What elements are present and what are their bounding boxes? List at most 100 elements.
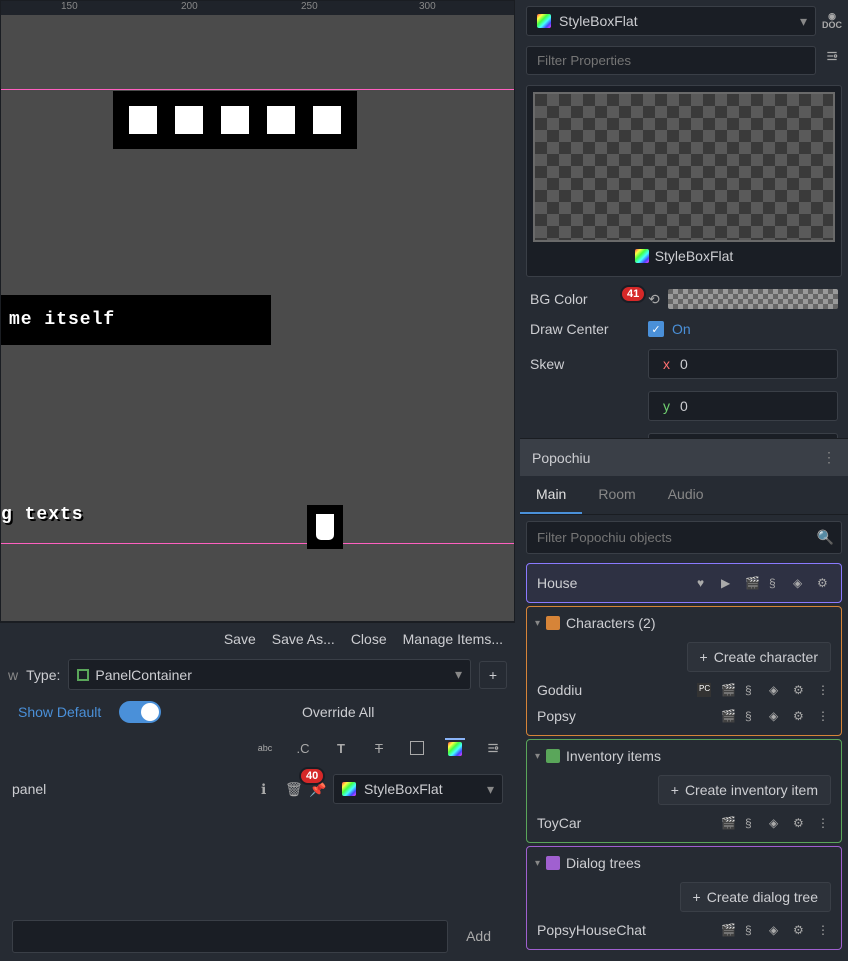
resource-name: StyleBoxFlat <box>559 13 638 29</box>
rainbow-icon <box>448 742 462 756</box>
popochiu-tabs: Main Room Audio <box>520 476 848 515</box>
type-dropdown[interactable]: PanelContainer ▾ <box>68 659 471 690</box>
kebab-icon[interactable]: ⋮ <box>822 449 836 466</box>
tab-audio[interactable]: Audio <box>652 476 720 514</box>
script-icon[interactable]: § <box>745 923 759 937</box>
kebab-icon[interactable]: ⋮ <box>817 683 831 697</box>
kebab-icon[interactable]: ⋮ <box>817 709 831 723</box>
ruler-tick: 200 <box>181 1 198 12</box>
checker-preview <box>533 92 835 242</box>
show-default-button[interactable]: Show Default <box>8 698 111 726</box>
resource-icon[interactable]: ◈ <box>769 923 783 937</box>
pin-icon[interactable]: 📌 40 <box>309 781 325 797</box>
skew-row: Skew x0 <box>520 343 848 385</box>
section-characters: ▾ Characters (2) +Create character Goddi… <box>526 606 842 736</box>
add-type-button[interactable]: + <box>479 661 507 689</box>
theme-item-row: panel ℹ 🗑 📌 40 StyleBoxFlat <box>0 766 515 812</box>
scene-icon[interactable]: 🎬 <box>745 576 759 590</box>
skew-y-row: y0 <box>520 385 848 427</box>
collapse-icon[interactable]: ▾ <box>535 751 540 762</box>
filter-settings-icon[interactable] <box>822 46 842 66</box>
game-toolbar <box>113 91 357 149</box>
bg-color-picker[interactable] <box>668 289 838 309</box>
dialog-header: Dialog trees <box>566 855 641 871</box>
game-label: g texts <box>1 505 84 525</box>
save-as-button[interactable]: Save As... <box>272 631 335 647</box>
manage-items-button[interactable]: Manage Items... <box>403 631 503 647</box>
resource-icon[interactable]: ◈ <box>793 576 807 590</box>
rename-icon[interactable]: ℹ <box>261 781 277 797</box>
script-icon[interactable]: § <box>745 709 759 723</box>
tab-room[interactable]: Room <box>582 476 651 514</box>
kebab-icon[interactable]: ⋮ <box>817 816 831 830</box>
reset-icon[interactable]: ⟲ <box>648 291 660 308</box>
script-icon[interactable]: § <box>745 816 759 830</box>
font-tab[interactable]: T <box>331 738 351 758</box>
item-name: panel <box>12 781 253 797</box>
tab-main[interactable]: Main <box>520 476 582 514</box>
collapse-icon[interactable]: ▾ <box>535 858 540 869</box>
mouse-icon <box>313 511 337 543</box>
heart-icon[interactable]: ♥ <box>697 576 711 590</box>
game-text: me itself <box>9 310 115 330</box>
house-label[interactable]: House <box>537 575 691 591</box>
rainbow-icon <box>342 782 356 796</box>
draw-center-checkbox[interactable]: ✓ <box>648 321 664 337</box>
filter-objects-input[interactable] <box>526 521 842 554</box>
ruler-horizontal: 150 200 250 300 350 <box>1 1 514 15</box>
stylebox-tab[interactable] <box>445 738 465 758</box>
create-dialog-button[interactable]: +Create dialog tree <box>680 882 831 912</box>
constant-tab[interactable]: .C <box>293 738 313 758</box>
section-inventory: ▾ Inventory items +Create inventory item… <box>526 739 842 843</box>
create-character-button[interactable]: +Create character <box>687 642 831 672</box>
resource-dropdown[interactable]: StyleBoxFlat <box>526 6 816 36</box>
collapse-icon[interactable]: ▾ <box>535 618 540 629</box>
close-button[interactable]: Close <box>351 631 387 647</box>
data-type-tabs: abc .C T T <box>0 730 515 766</box>
gear-icon[interactable]: ⚙ <box>817 576 831 590</box>
scene-icon[interactable]: 🎬 <box>721 683 735 697</box>
scene-icon[interactable]: 🎬 <box>721 709 735 723</box>
create-inventory-button[interactable]: +Create inventory item <box>658 775 831 805</box>
resource-icon[interactable]: ◈ <box>769 683 783 697</box>
resource-icon[interactable]: ◈ <box>769 816 783 830</box>
character-item[interactable]: Popsy <box>537 708 715 724</box>
scene-icon[interactable]: 🎬 <box>721 923 735 937</box>
override-all-button[interactable]: Override All <box>169 698 507 726</box>
characters-icon <box>546 616 560 630</box>
skew-y-input[interactable]: y0 <box>648 391 838 421</box>
doc-icon[interactable]: ◉DOC <box>822 11 842 31</box>
chat-icon <box>175 106 203 134</box>
add-item-input[interactable] <box>12 920 448 953</box>
resource-icon[interactable]: ◈ <box>769 709 783 723</box>
save-button[interactable]: Save <box>224 631 256 647</box>
gear-icon[interactable]: ⚙ <box>793 683 807 697</box>
save-icon <box>129 106 157 134</box>
kebab-icon[interactable]: ⋮ <box>817 923 831 937</box>
play-icon[interactable]: ▶ <box>721 576 735 590</box>
gear-icon[interactable]: ⚙ <box>793 923 807 937</box>
draw-center-label: Draw Center <box>530 321 640 337</box>
stylebox-value: StyleBoxFlat <box>364 781 443 797</box>
show-default-toggle[interactable] <box>119 701 161 723</box>
script-icon[interactable]: § <box>769 576 783 590</box>
stylebox-dropdown[interactable]: StyleBoxFlat <box>333 774 503 804</box>
game-text-box: me itself <box>1 295 271 345</box>
gear-icon[interactable]: ⚙ <box>793 816 807 830</box>
script-icon[interactable]: § <box>745 683 759 697</box>
character-item[interactable]: Goddiu <box>537 682 691 698</box>
delete-icon[interactable]: 🗑 <box>285 781 301 797</box>
settings-tab[interactable] <box>483 738 503 758</box>
scene-icon[interactable]: 🎬 <box>721 816 735 830</box>
inventory-item[interactable]: ToyCar <box>537 815 715 831</box>
gear-icon[interactable]: ⚙ <box>793 709 807 723</box>
default-row: Show Default Override All <box>0 694 515 730</box>
color-tab[interactable]: abc <box>255 738 275 758</box>
viewport-canvas[interactable]: me itself g texts <box>1 15 514 621</box>
add-button[interactable]: Add <box>454 920 503 953</box>
fontsize-tab[interactable]: T <box>369 738 389 758</box>
theme-toolbar: Save Save As... Close Manage Items... <box>0 623 515 655</box>
skew-x-input[interactable]: x0 <box>648 349 838 379</box>
icon-tab[interactable] <box>407 738 427 758</box>
filter-properties-input[interactable] <box>526 46 816 75</box>
